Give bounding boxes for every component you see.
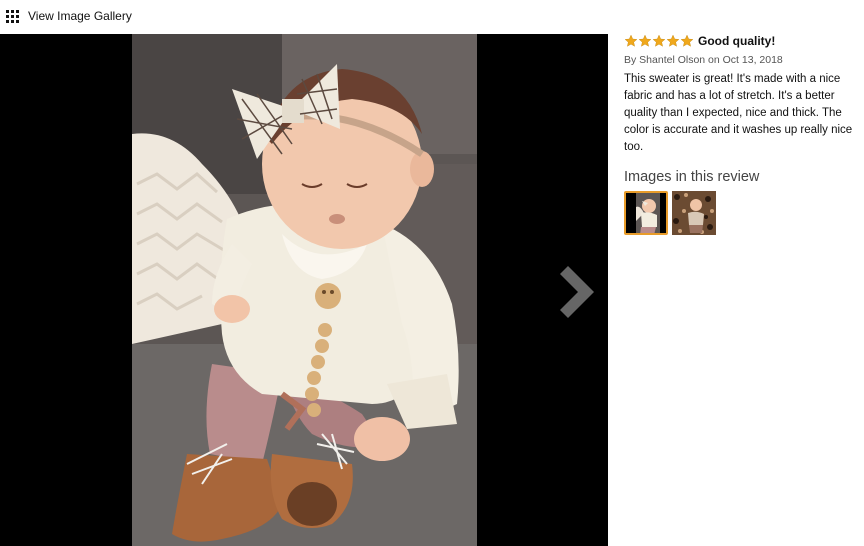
grid-icon — [6, 9, 19, 23]
next-image-button[interactable] — [556, 262, 604, 322]
star-icon — [638, 34, 652, 47]
star-icon — [666, 34, 680, 47]
review-thumbnail-1[interactable] — [624, 191, 668, 235]
view-image-gallery-label: View Image Gallery — [28, 9, 132, 23]
view-image-gallery-link[interactable]: View Image Gallery — [6, 7, 132, 25]
review-title: Good quality! — [698, 34, 776, 48]
star-icon — [680, 34, 694, 47]
review-byline: By Shantel Olson on Oct 13, 2018 — [624, 54, 783, 66]
rating-row: Good quality! — [624, 33, 860, 49]
review-photo — [132, 34, 477, 546]
images-heading: Images in this review — [624, 169, 760, 185]
star-icon — [652, 34, 666, 47]
review-thumbnail-2[interactable] — [672, 191, 716, 235]
review-thumbnails — [624, 191, 860, 235]
star-rating — [624, 34, 694, 48]
review-body: This sweater is great! It's made with a … — [624, 73, 853, 153]
star-icon — [624, 34, 638, 47]
image-viewer — [0, 34, 608, 546]
review-panel: Good quality! By Shantel Olson on Oct 13… — [624, 33, 860, 235]
chevron-right-icon — [560, 266, 594, 318]
